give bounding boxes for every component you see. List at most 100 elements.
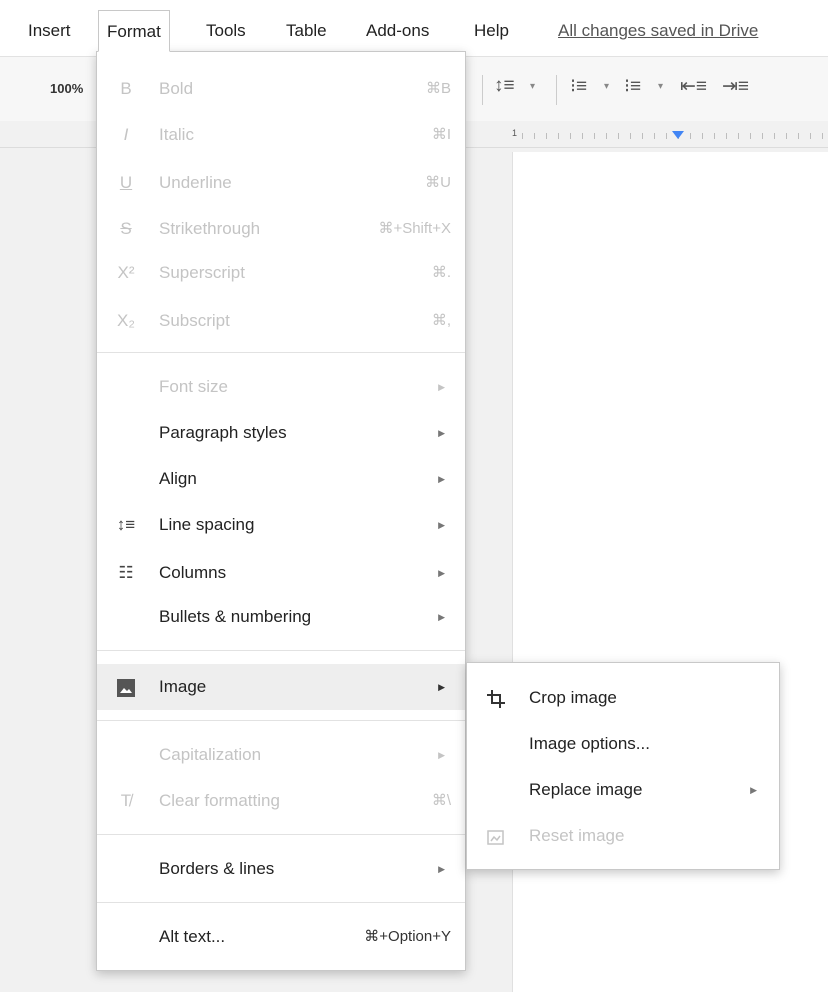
- toolbar-divider: [482, 75, 483, 105]
- menu-help[interactable]: Help: [466, 10, 517, 52]
- submenu-item-label: Replace image: [529, 780, 643, 799]
- menu-item-label: Bold: [159, 79, 194, 98]
- menu-item-strikethrough[interactable]: S Strikethrough ⌘+Shift+X: [97, 206, 465, 252]
- menu-separator: [97, 352, 465, 353]
- menu-table[interactable]: Table: [278, 10, 335, 52]
- menu-item-label: Italic: [159, 125, 194, 144]
- format-menu: B Bold ⌘B I Italic ⌘I U Underline ⌘U S S…: [96, 51, 466, 971]
- menu-item-shortcut: ⌘I: [431, 126, 451, 143]
- submenu-arrow-icon: ▶: [438, 382, 445, 392]
- ruler-number: 1: [512, 128, 518, 138]
- menu-item-label: Strikethrough: [159, 219, 261, 238]
- submenu-arrow-icon: ▶: [438, 474, 445, 484]
- menu-item-bullets-numbering[interactable]: Bullets & numbering ▶: [97, 594, 465, 640]
- numbered-list-icon[interactable]: ⁝≡: [570, 75, 587, 98]
- menu-item-label: Superscript: [159, 263, 245, 282]
- submenu-arrow-icon: ▶: [438, 520, 445, 530]
- menu-add-ons[interactable]: Add-ons: [358, 10, 437, 52]
- menu-item-shortcut: ⌘\: [431, 792, 451, 809]
- menu-item-label: Subscript: [159, 311, 230, 330]
- menu-item-align[interactable]: Align ▶: [97, 456, 465, 502]
- menu-separator: [97, 650, 465, 651]
- menu-item-borders-lines[interactable]: Borders & lines ▶: [97, 846, 465, 892]
- menu-item-label: Line spacing: [159, 515, 255, 534]
- line-spacing-icon[interactable]: ↕≡: [494, 75, 515, 97]
- menu-item-subscript[interactable]: X₂ Subscript ⌘,: [97, 298, 465, 344]
- submenu-item-image-options[interactable]: Image options...: [467, 721, 779, 767]
- decrease-indent-icon[interactable]: ⇤≡: [680, 75, 707, 98]
- menu-item-label: Underline: [159, 173, 232, 192]
- chevron-down-icon[interactable]: ▾: [658, 81, 663, 92]
- submenu-arrow-icon: ▶: [438, 612, 445, 622]
- menu-item-shortcut: ⌘+Shift+X: [378, 220, 451, 237]
- menu-item-shortcut: ⌘+Option+Y: [364, 928, 451, 945]
- menu-separator: [97, 720, 465, 721]
- menu-item-underline[interactable]: U Underline ⌘U: [97, 160, 465, 206]
- submenu-item-reset-image[interactable]: Reset image: [467, 813, 779, 859]
- menu-item-label: Font size: [159, 377, 228, 396]
- menu-item-label: Align: [159, 469, 197, 488]
- menu-item-font-size[interactable]: Font size ▶: [97, 364, 465, 410]
- menu-item-label: Borders & lines: [159, 859, 275, 878]
- image-submenu: Crop image Image options... Replace imag…: [466, 662, 780, 870]
- increase-indent-icon[interactable]: ⇥≡: [722, 75, 749, 98]
- menu-item-columns[interactable]: ☷ Columns ▶: [97, 550, 465, 596]
- menu-item-bold[interactable]: B Bold ⌘B: [97, 66, 465, 112]
- submenu-arrow-icon: ▶: [438, 682, 445, 692]
- submenu-arrow-icon: ▶: [750, 785, 757, 795]
- menu-item-line-spacing[interactable]: ↕≡ Line spacing ▶: [97, 502, 465, 548]
- menu-item-paragraph-styles[interactable]: Paragraph styles ▶: [97, 410, 465, 456]
- menu-item-italic[interactable]: I Italic ⌘I: [97, 112, 465, 158]
- menu-item-label: Image: [159, 677, 207, 696]
- superscript-icon: X²: [117, 263, 135, 282]
- menu-item-shortcut: ⌘,: [431, 312, 451, 329]
- italic-icon: I: [123, 125, 129, 144]
- subscript-icon: X₂: [117, 311, 135, 330]
- submenu-arrow-icon: ▶: [438, 750, 445, 760]
- chevron-down-icon[interactable]: ▾: [604, 81, 609, 92]
- menu-item-alt-text[interactable]: Alt text... ⌘+Option+Y: [97, 914, 465, 960]
- submenu-item-label: Reset image: [529, 826, 625, 845]
- underline-icon: U: [119, 173, 133, 192]
- submenu-arrow-icon: ▶: [438, 864, 445, 874]
- menu-item-label: Paragraph styles: [159, 423, 287, 442]
- submenu-arrow-icon: ▶: [438, 568, 445, 578]
- submenu-item-crop-image[interactable]: Crop image: [467, 675, 779, 721]
- bold-icon: B: [120, 79, 132, 98]
- menu-item-image[interactable]: Image ▶: [97, 664, 465, 710]
- submenu-item-label: Image options...: [529, 734, 650, 753]
- line-spacing-icon: ↕≡: [116, 515, 136, 534]
- menu-separator: [97, 902, 465, 903]
- menu-item-label: Capitalization: [159, 745, 262, 764]
- menu-item-superscript[interactable]: X² Superscript ⌘.: [97, 250, 465, 296]
- menu-item-label: Clear formatting: [159, 791, 280, 810]
- menu-format[interactable]: Format: [98, 10, 170, 52]
- chevron-down-icon[interactable]: ▾: [530, 81, 535, 92]
- menu-item-shortcut: ⌘B: [425, 80, 451, 97]
- menu-tools[interactable]: Tools: [198, 10, 254, 52]
- submenu-arrow-icon: ▶: [438, 428, 445, 438]
- bulleted-list-icon[interactable]: ⁝≡: [624, 75, 641, 98]
- menu-separator: [97, 834, 465, 835]
- image-icon: [111, 664, 141, 710]
- menu-insert[interactable]: Insert: [20, 10, 79, 52]
- submenu-item-label: Crop image: [529, 688, 617, 707]
- menu-item-capitalization[interactable]: Capitalization ▶: [97, 732, 465, 778]
- menu-item-label: Columns: [159, 563, 227, 582]
- save-status-link[interactable]: All changes saved in Drive: [558, 10, 758, 52]
- clear-formatting-icon: T̸: [120, 791, 132, 810]
- menu-item-label: Bullets & numbering: [159, 607, 312, 626]
- columns-icon: ☷: [118, 563, 134, 582]
- menu-item-shortcut: ⌘U: [425, 174, 451, 191]
- reset-image-icon: [481, 813, 511, 859]
- strikethrough-icon: S: [120, 219, 132, 238]
- menu-item-shortcut: ⌘.: [431, 264, 451, 281]
- submenu-item-replace-image[interactable]: Replace image ▶: [467, 767, 779, 813]
- indent-marker[interactable]: [672, 131, 684, 139]
- crop-icon: [481, 675, 511, 721]
- toolbar-divider: [556, 75, 557, 105]
- menu-item-label: Alt text...: [159, 927, 226, 946]
- menu-bar: Insert Format Tools Table Add-ons Help A…: [0, 0, 828, 56]
- menu-item-clear-formatting[interactable]: T̸ Clear formatting ⌘\: [97, 778, 465, 824]
- zoom-select[interactable]: 100%: [50, 81, 83, 96]
